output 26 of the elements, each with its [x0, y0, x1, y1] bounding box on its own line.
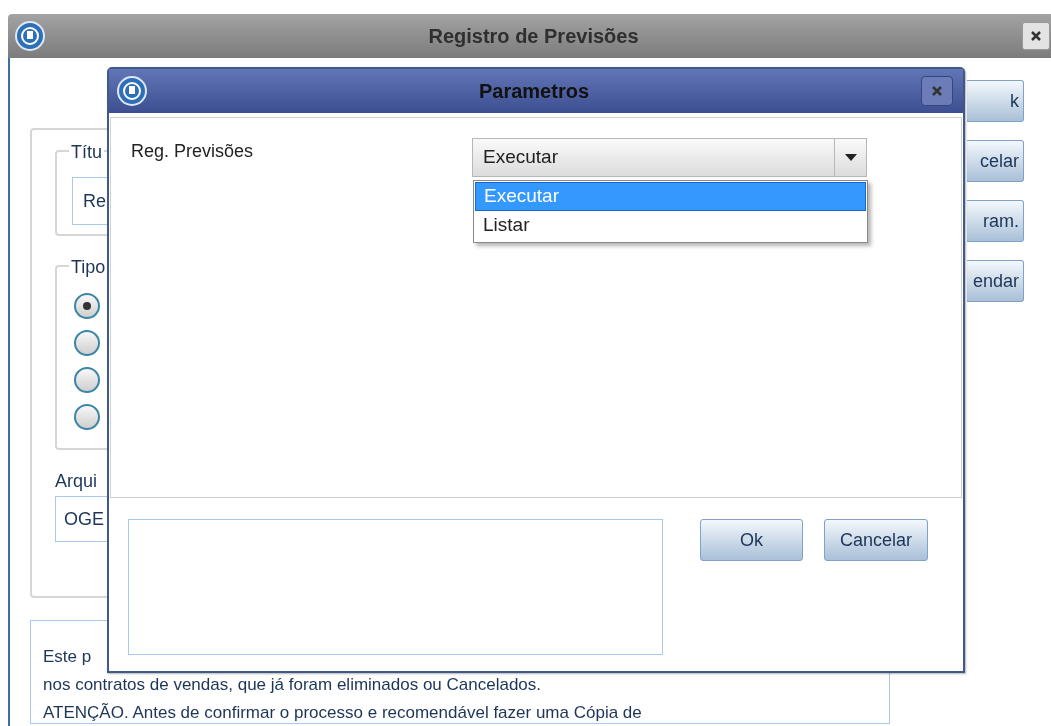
side-button[interactable]: endar: [967, 260, 1024, 302]
cancel-button[interactable]: Cancelar: [824, 519, 928, 561]
select-field[interactable]: Executar: [472, 138, 867, 177]
close-button[interactable]: [1022, 22, 1050, 50]
field-label: Reg. Previsões: [131, 140, 255, 163]
memo-text: nos contratos de vendas, que já foram eliminados ou Cancelados.: [43, 674, 543, 696]
side-button[interactable]: ram.: [967, 200, 1024, 242]
dropdown-caret-icon: [844, 154, 857, 161]
side-button[interactable]: k: [967, 80, 1024, 122]
select-value: Executar: [483, 145, 559, 170]
window-title: Registro de Previsões: [427, 24, 640, 49]
radio-button[interactable]: [74, 404, 100, 430]
app-logo-icon: [117, 76, 147, 106]
dropdown-option[interactable]: Listar: [475, 211, 866, 240]
app-logo-icon: [15, 21, 45, 51]
dialog-title: Parametros: [477, 79, 591, 104]
memo-text: Este p: [43, 646, 93, 668]
memo-text: ATENÇÃO. Antes de confirmar o processo e recomendável fazer uma Cópia de: [43, 702, 643, 724]
radio-button[interactable]: [74, 293, 100, 319]
close-icon: [1030, 30, 1042, 42]
close-icon: [931, 85, 943, 97]
ok-button[interactable]: Ok: [700, 519, 803, 561]
radio-button[interactable]: [74, 367, 100, 393]
field-label: Arqui: [55, 470, 99, 492]
radio-button[interactable]: [74, 330, 100, 356]
side-button[interactable]: celar: [967, 140, 1024, 182]
